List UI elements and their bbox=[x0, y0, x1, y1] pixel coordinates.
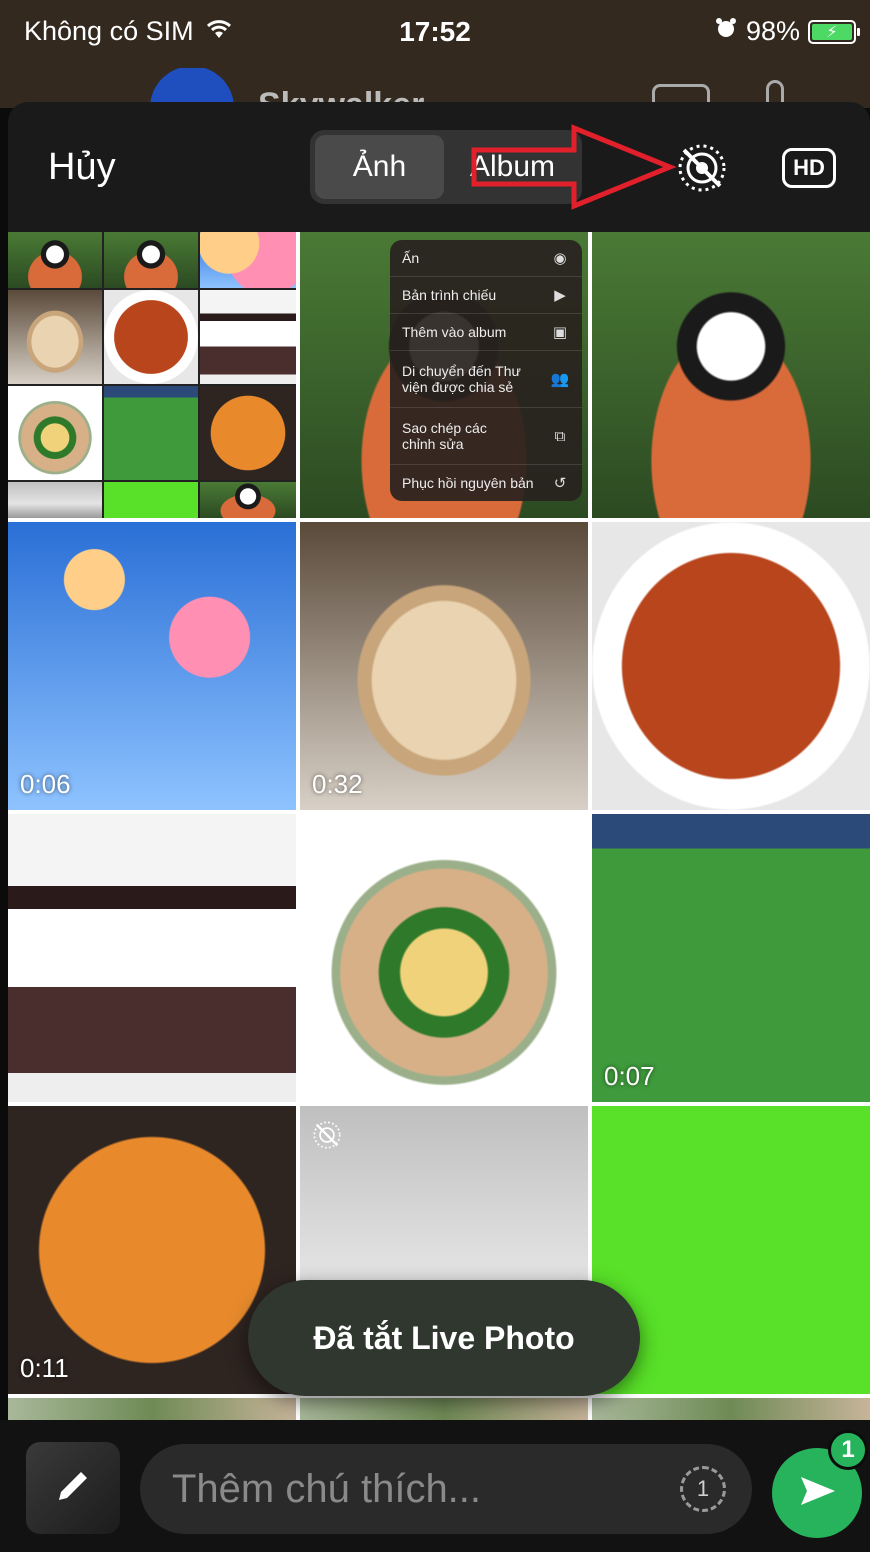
alarm-icon bbox=[714, 16, 738, 47]
play-icon: ▶ bbox=[554, 287, 566, 304]
context-menu: Ấn ◉ Bản trình chiếu ▶ Thêm vào album ▣ … bbox=[390, 240, 582, 501]
live-photo-toast: Đã tắt Live Photo bbox=[248, 1280, 640, 1396]
selected-count-badge: 1 bbox=[828, 1430, 868, 1470]
live-photo-off-icon[interactable] bbox=[676, 142, 728, 194]
video-duration: 0:06 bbox=[20, 769, 71, 799]
self-destruct-timer-icon[interactable]: 1 bbox=[680, 1466, 726, 1512]
video-duration: 0:11 bbox=[20, 1353, 69, 1383]
photo-thumbnail[interactable] bbox=[300, 1398, 588, 1420]
tab-photos[interactable]: Ảnh bbox=[315, 135, 444, 199]
photo-thumbnail[interactable] bbox=[592, 1398, 870, 1420]
photo-thumbnail[interactable] bbox=[8, 1398, 296, 1420]
menu-item-add-to-album[interactable]: Thêm vào album ▣ bbox=[390, 314, 582, 351]
photo-thumbnail[interactable] bbox=[300, 814, 588, 1102]
pencil-icon bbox=[51, 1464, 95, 1513]
status-bar: Không có SIM 17:52 98% ⚡ bbox=[0, 0, 870, 68]
menu-item-move-shared-library[interactable]: Di chuyển đến Thư viện được chia sẻ 👥 bbox=[390, 351, 582, 408]
revert-icon: ↺ bbox=[553, 475, 567, 492]
cancel-button[interactable]: Hủy bbox=[48, 146, 116, 189]
live-photo-off-icon bbox=[312, 1120, 342, 1155]
annotation-arrow-icon bbox=[471, 124, 677, 210]
people-icon: 👥 bbox=[550, 371, 570, 388]
battery-charging-icon: ⚡ bbox=[808, 19, 860, 44]
video-thumbnail[interactable]: 0:07 bbox=[592, 814, 870, 1102]
copy-icon: ⧉ bbox=[554, 427, 566, 445]
photo-collage-thumbnail[interactable] bbox=[8, 232, 296, 518]
video-thumbnail[interactable]: 0:32 bbox=[300, 522, 588, 810]
video-thumbnail[interactable]: 0:06 bbox=[8, 522, 296, 810]
album-icon: ▣ bbox=[552, 324, 568, 341]
picker-toolbar: Hủy Ảnh Album HD bbox=[8, 102, 870, 232]
photo-thumbnail[interactable] bbox=[592, 522, 870, 810]
caption-input[interactable] bbox=[140, 1444, 752, 1534]
video-duration: 0:07 bbox=[604, 1061, 655, 1091]
menu-item-revert-original[interactable]: Phục hồi nguyên bản ↺ bbox=[390, 465, 582, 501]
send-arrow-icon bbox=[795, 1469, 839, 1518]
photo-thumbnail[interactable] bbox=[592, 232, 870, 518]
menu-item-copy-edits[interactable]: Sao chép các chỉnh sửa ⧉ bbox=[390, 408, 582, 465]
menu-item-slideshow[interactable]: Bản trình chiếu ▶ bbox=[390, 277, 582, 314]
eye-icon: ◉ bbox=[553, 250, 567, 267]
edit-button[interactable] bbox=[26, 1442, 120, 1534]
video-duration: 0:32 bbox=[312, 769, 363, 799]
battery-percent: 98% bbox=[745, 16, 800, 46]
hd-button[interactable]: HD bbox=[782, 148, 836, 188]
composer-bar: 1 1 bbox=[0, 1420, 870, 1552]
menu-item-hide[interactable]: Ấn ◉ bbox=[390, 240, 582, 277]
status-right: 98% ⚡ bbox=[714, 16, 860, 47]
photo-thumbnail[interactable] bbox=[8, 814, 296, 1102]
